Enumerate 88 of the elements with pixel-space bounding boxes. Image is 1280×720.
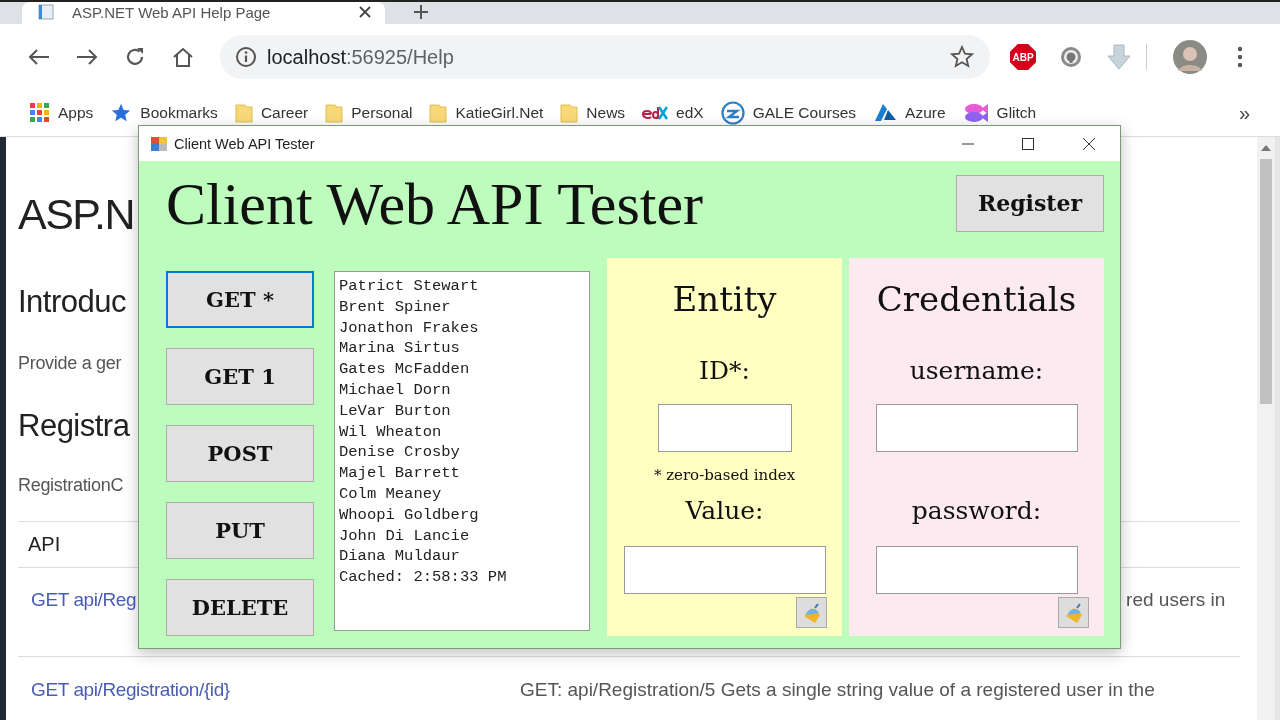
list-item: John Di Lancie [339, 525, 471, 547]
list-item: LeVar Burton [339, 400, 452, 422]
fish-logo-icon [962, 102, 989, 124]
bookmarks-overflow[interactable]: » [1238, 101, 1250, 125]
list-item: Marina Sirtus [339, 338, 461, 360]
address-bar[interactable]: localhost:56925/Help [220, 35, 990, 79]
url-text: localhost:56925/Help [267, 45, 455, 69]
table-cell-text: GET: api/Registration/5 Gets a single string value of a registered user in the [520, 678, 1155, 702]
section-heading: Registra [18, 407, 130, 445]
close-icon[interactable] [359, 6, 371, 18]
bookmark-item[interactable]: Career [234, 103, 309, 123]
list-item: Michael Dorn [339, 380, 452, 401]
circle-logo-icon [720, 101, 745, 125]
method-button[interactable]: DELETE [166, 579, 314, 636]
section-heading: Introduc [18, 283, 126, 321]
list-item: Gates McFadden [339, 359, 471, 380]
method-button[interactable]: POST [166, 425, 314, 482]
avatar-icon[interactable] [1173, 40, 1207, 74]
azure-logo-icon [873, 103, 898, 123]
input-field[interactable] [623, 546, 826, 594]
list-item: Majel Barrett [339, 463, 461, 484]
field-label: Value: [685, 495, 764, 527]
reload-icon[interactable] [124, 46, 146, 68]
home-icon[interactable] [172, 47, 194, 67]
list-item: Patrict Stewart [339, 276, 480, 297]
back-icon[interactable] [28, 48, 50, 66]
browser-tab[interactable]: ASP.NET Web API Help Page [22, 2, 385, 24]
page-icon [38, 4, 54, 20]
input-field[interactable] [657, 404, 792, 452]
star-icon [110, 102, 133, 124]
list-item: Wil Wheaton [339, 421, 443, 443]
panel-title: Credentials [876, 278, 1077, 321]
window-title: Client Web API Tester [174, 135, 315, 152]
register-button[interactable]: Register [956, 174, 1104, 232]
input-field[interactable] [875, 546, 1078, 594]
field-label: password: [911, 495, 1042, 527]
maximize-icon[interactable] [1022, 137, 1034, 150]
new-tab-icon[interactable] [413, 4, 429, 20]
intro-text: Provide a ger [18, 352, 122, 375]
menu-icon[interactable] [1237, 46, 1243, 68]
list-item: Brent Spiner [339, 296, 452, 318]
results-list[interactable] [334, 271, 590, 631]
method-button[interactable]: PUT [166, 502, 314, 559]
scrollbar[interactable] [1257, 137, 1275, 720]
list-item: Whoopi Goldberg [339, 504, 480, 526]
api-link[interactable]: GET api/Reg [18, 588, 137, 656]
list-item: Denise Crosby [339, 442, 461, 464]
page-heading: ASP.N [18, 189, 134, 240]
bookmark-item[interactable]: Apps [30, 103, 94, 123]
input-field[interactable] [875, 404, 1078, 452]
section-text: RegistrationC [18, 474, 124, 497]
method-button[interactable]: GET * [166, 271, 314, 328]
folder-icon [325, 103, 344, 123]
method-button[interactable]: GET 1 [166, 348, 314, 405]
forward-icon[interactable] [76, 48, 98, 66]
column-header: API [28, 533, 61, 556]
api-link[interactable]: GET api/Registration/{id} [18, 678, 520, 720]
bookmark-item[interactable]: edX [642, 104, 704, 122]
scroll-up-icon[interactable] [1261, 145, 1271, 151]
bookmark-star-icon[interactable] [950, 45, 974, 69]
folder-icon [560, 103, 579, 123]
close-icon[interactable] [1082, 136, 1096, 151]
folder-icon [429, 103, 448, 123]
extension-icon[interactable] [1059, 45, 1083, 69]
tab-title: ASP.NET Web API Help Page [72, 3, 272, 21]
bookmark-item[interactable]: Personal [325, 103, 413, 123]
bookmark-item[interactable]: Azure [873, 103, 946, 123]
app-icon [150, 135, 168, 152]
bookmark-item[interactable]: KatieGirl.Net [429, 103, 544, 123]
adblock-icon[interactable]: ABP [1010, 44, 1036, 70]
list-item: Jonathon Frakes [339, 317, 480, 339]
field-note: * zero-based index [653, 465, 796, 486]
list-item: Colm Meaney [339, 483, 443, 505]
bookmark-item[interactable]: Glitch [962, 102, 1037, 124]
field-label: ID*: [699, 355, 750, 387]
list-item: Cached: 2:58:33 PM [339, 567, 508, 588]
apps-grid-icon [30, 103, 50, 123]
bookmark-item[interactable]: News [560, 103, 626, 123]
field-label: username: [909, 355, 1044, 387]
bookmark-item[interactable]: Bookmarks [110, 102, 218, 124]
app-heading: Client Web API Tester [166, 170, 704, 239]
list-item: Diana Muldaur [339, 546, 461, 568]
info-icon[interactable] [235, 46, 257, 68]
table-cell-text: red users in [1126, 588, 1226, 612]
bookmark-item[interactable]: GALE Courses [720, 101, 857, 125]
folder-icon [234, 103, 253, 123]
panel-title: Entity [672, 278, 777, 321]
edx-logo-icon [642, 105, 669, 121]
